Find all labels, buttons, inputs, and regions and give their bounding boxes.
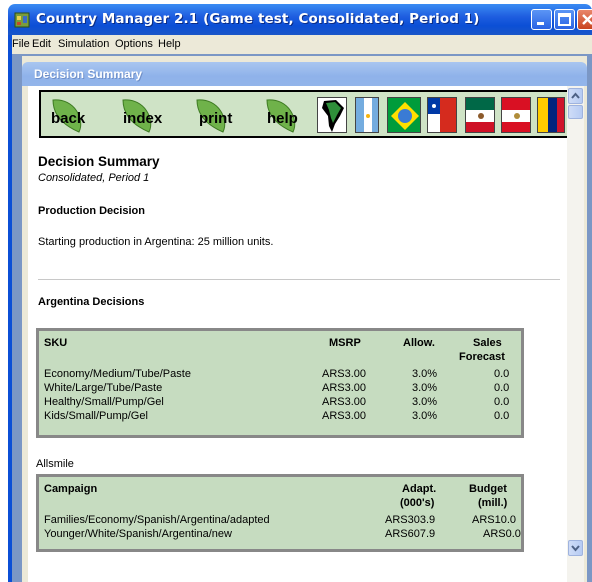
index-button[interactable]: index <box>117 96 187 133</box>
forecast-cell: 0.0 <box>494 410 510 422</box>
msrp-header: MSRP <box>329 337 361 349</box>
window-title: Country Manager 2.1 (Game test, Consolid… <box>36 11 480 27</box>
msrp-cell: ARS3.00 <box>322 410 367 422</box>
vertical-scrollbar[interactable] <box>567 86 584 582</box>
print-button[interactable]: print <box>191 96 257 133</box>
menu-bar: File Edit Simulation Options Help <box>8 35 592 54</box>
chevron-up-icon <box>571 92 580 99</box>
window-border <box>8 35 12 582</box>
close-icon <box>582 14 592 25</box>
sku-cell: Economy/Medium/Tube/Paste <box>44 368 191 380</box>
brand-label: Allsmile <box>36 458 74 470</box>
budget-cell: ARS10.0 <box>472 514 517 526</box>
page-subtitle: Consolidated, Period 1 <box>38 172 150 184</box>
child-window-title: Decision Summary <box>34 67 143 81</box>
help-label: help <box>267 110 298 127</box>
scroll-up-button[interactable] <box>568 88 583 104</box>
msrp-cell: ARS3.00 <box>322 382 367 394</box>
app-window: Country Manager 2.1 (Game test, Consolid… <box>0 0 592 582</box>
production-heading: Production Decision <box>38 205 145 217</box>
help-button[interactable]: help <box>263 96 319 133</box>
sku-cell: White/Large/Tube/Paste <box>44 382 163 394</box>
brazil-flag-icon[interactable] <box>387 97 421 133</box>
close-button[interactable] <box>577 9 592 30</box>
budget-header: Budget <box>469 483 507 495</box>
minimize-icon <box>537 22 544 25</box>
adaptation-unit-header: (000's) <box>400 497 435 509</box>
allow-cell: 3.0% <box>412 382 438 394</box>
sku-cell: Kids/Small/Pump/Gel <box>44 410 148 422</box>
msrp-cell: ARS3.00 <box>322 396 367 408</box>
campaign-header: Campaign <box>44 483 98 495</box>
index-label: index <box>123 110 163 127</box>
forecast-cell: 0.0 <box>494 368 510 380</box>
content-area: back index print help Decision Summary C… <box>28 86 567 582</box>
forecast-cell: 0.0 <box>494 396 510 408</box>
budget-cell: ARS0.0 <box>483 528 521 540</box>
argentina-flag-icon[interactable] <box>355 97 379 133</box>
production-text: Starting production in Argentina: 25 mil… <box>38 236 274 248</box>
page-title: Decision Summary <box>38 154 160 169</box>
chile-flag-icon[interactable] <box>427 97 457 133</box>
allow-cell: 3.0% <box>412 368 438 380</box>
peru-flag-icon[interactable] <box>501 97 531 133</box>
campaign-cell: Families/Economy/Spanish/Argentina/adapt… <box>44 514 270 526</box>
print-label: print <box>199 110 233 127</box>
allow-cell: 3.0% <box>412 410 438 422</box>
msrp-cell: ARS3.00 <box>322 368 367 380</box>
scroll-thumb[interactable] <box>568 105 583 119</box>
south-america-map-icon[interactable] <box>317 97 347 133</box>
menu-edit[interactable]: Edit <box>32 38 51 50</box>
venezuela-flag-icon[interactable] <box>537 97 565 133</box>
allowance-header: Allow. <box>403 337 435 349</box>
mexico-flag-icon[interactable] <box>465 97 495 133</box>
app-icon <box>14 12 30 28</box>
campaign-table: Campaign Adapt. (000's) Budget (mill.) F… <box>36 474 524 552</box>
adaptation-header: Adapt. <box>402 483 437 495</box>
back-label: back <box>51 110 86 127</box>
menu-options[interactable]: Options <box>115 38 153 50</box>
minimize-button[interactable] <box>531 9 552 30</box>
adapt-cell: ARS607.9 <box>385 528 436 540</box>
scroll-down-button[interactable] <box>568 540 583 556</box>
adapt-cell: ARS303.9 <box>385 514 436 526</box>
title-bar[interactable]: Country Manager 2.1 (Game test, Consolid… <box>8 4 592 35</box>
sku-cell: Healthy/Small/Pump/Gel <box>44 396 164 408</box>
sku-header: SKU <box>44 337 68 349</box>
sales-header: Sales <box>473 337 502 349</box>
nav-toolbar: back index print help <box>39 90 567 138</box>
maximize-button[interactable] <box>554 9 575 30</box>
divider <box>38 279 560 280</box>
forecast-cell: 0.0 <box>494 382 510 394</box>
budget-unit-header: (mill.) <box>478 497 508 509</box>
campaign-cell: Younger/White/Spanish/Argentina/new <box>44 528 232 540</box>
forecast-header: Forecast <box>459 351 505 363</box>
allow-cell: 3.0% <box>412 396 438 408</box>
maximize-icon <box>558 13 571 26</box>
menu-simulation[interactable]: Simulation <box>58 38 109 50</box>
menu-help[interactable]: Help <box>158 38 181 50</box>
sku-table: SKU MSRP Allow. Sales Forecast Economy/M… <box>36 328 524 438</box>
back-button[interactable]: back <box>45 96 111 133</box>
chevron-down-icon <box>571 545 580 552</box>
menu-file[interactable]: File <box>12 38 30 50</box>
country-heading: Argentina Decisions <box>38 296 145 308</box>
child-title-bar[interactable]: Decision Summary <box>22 62 587 86</box>
